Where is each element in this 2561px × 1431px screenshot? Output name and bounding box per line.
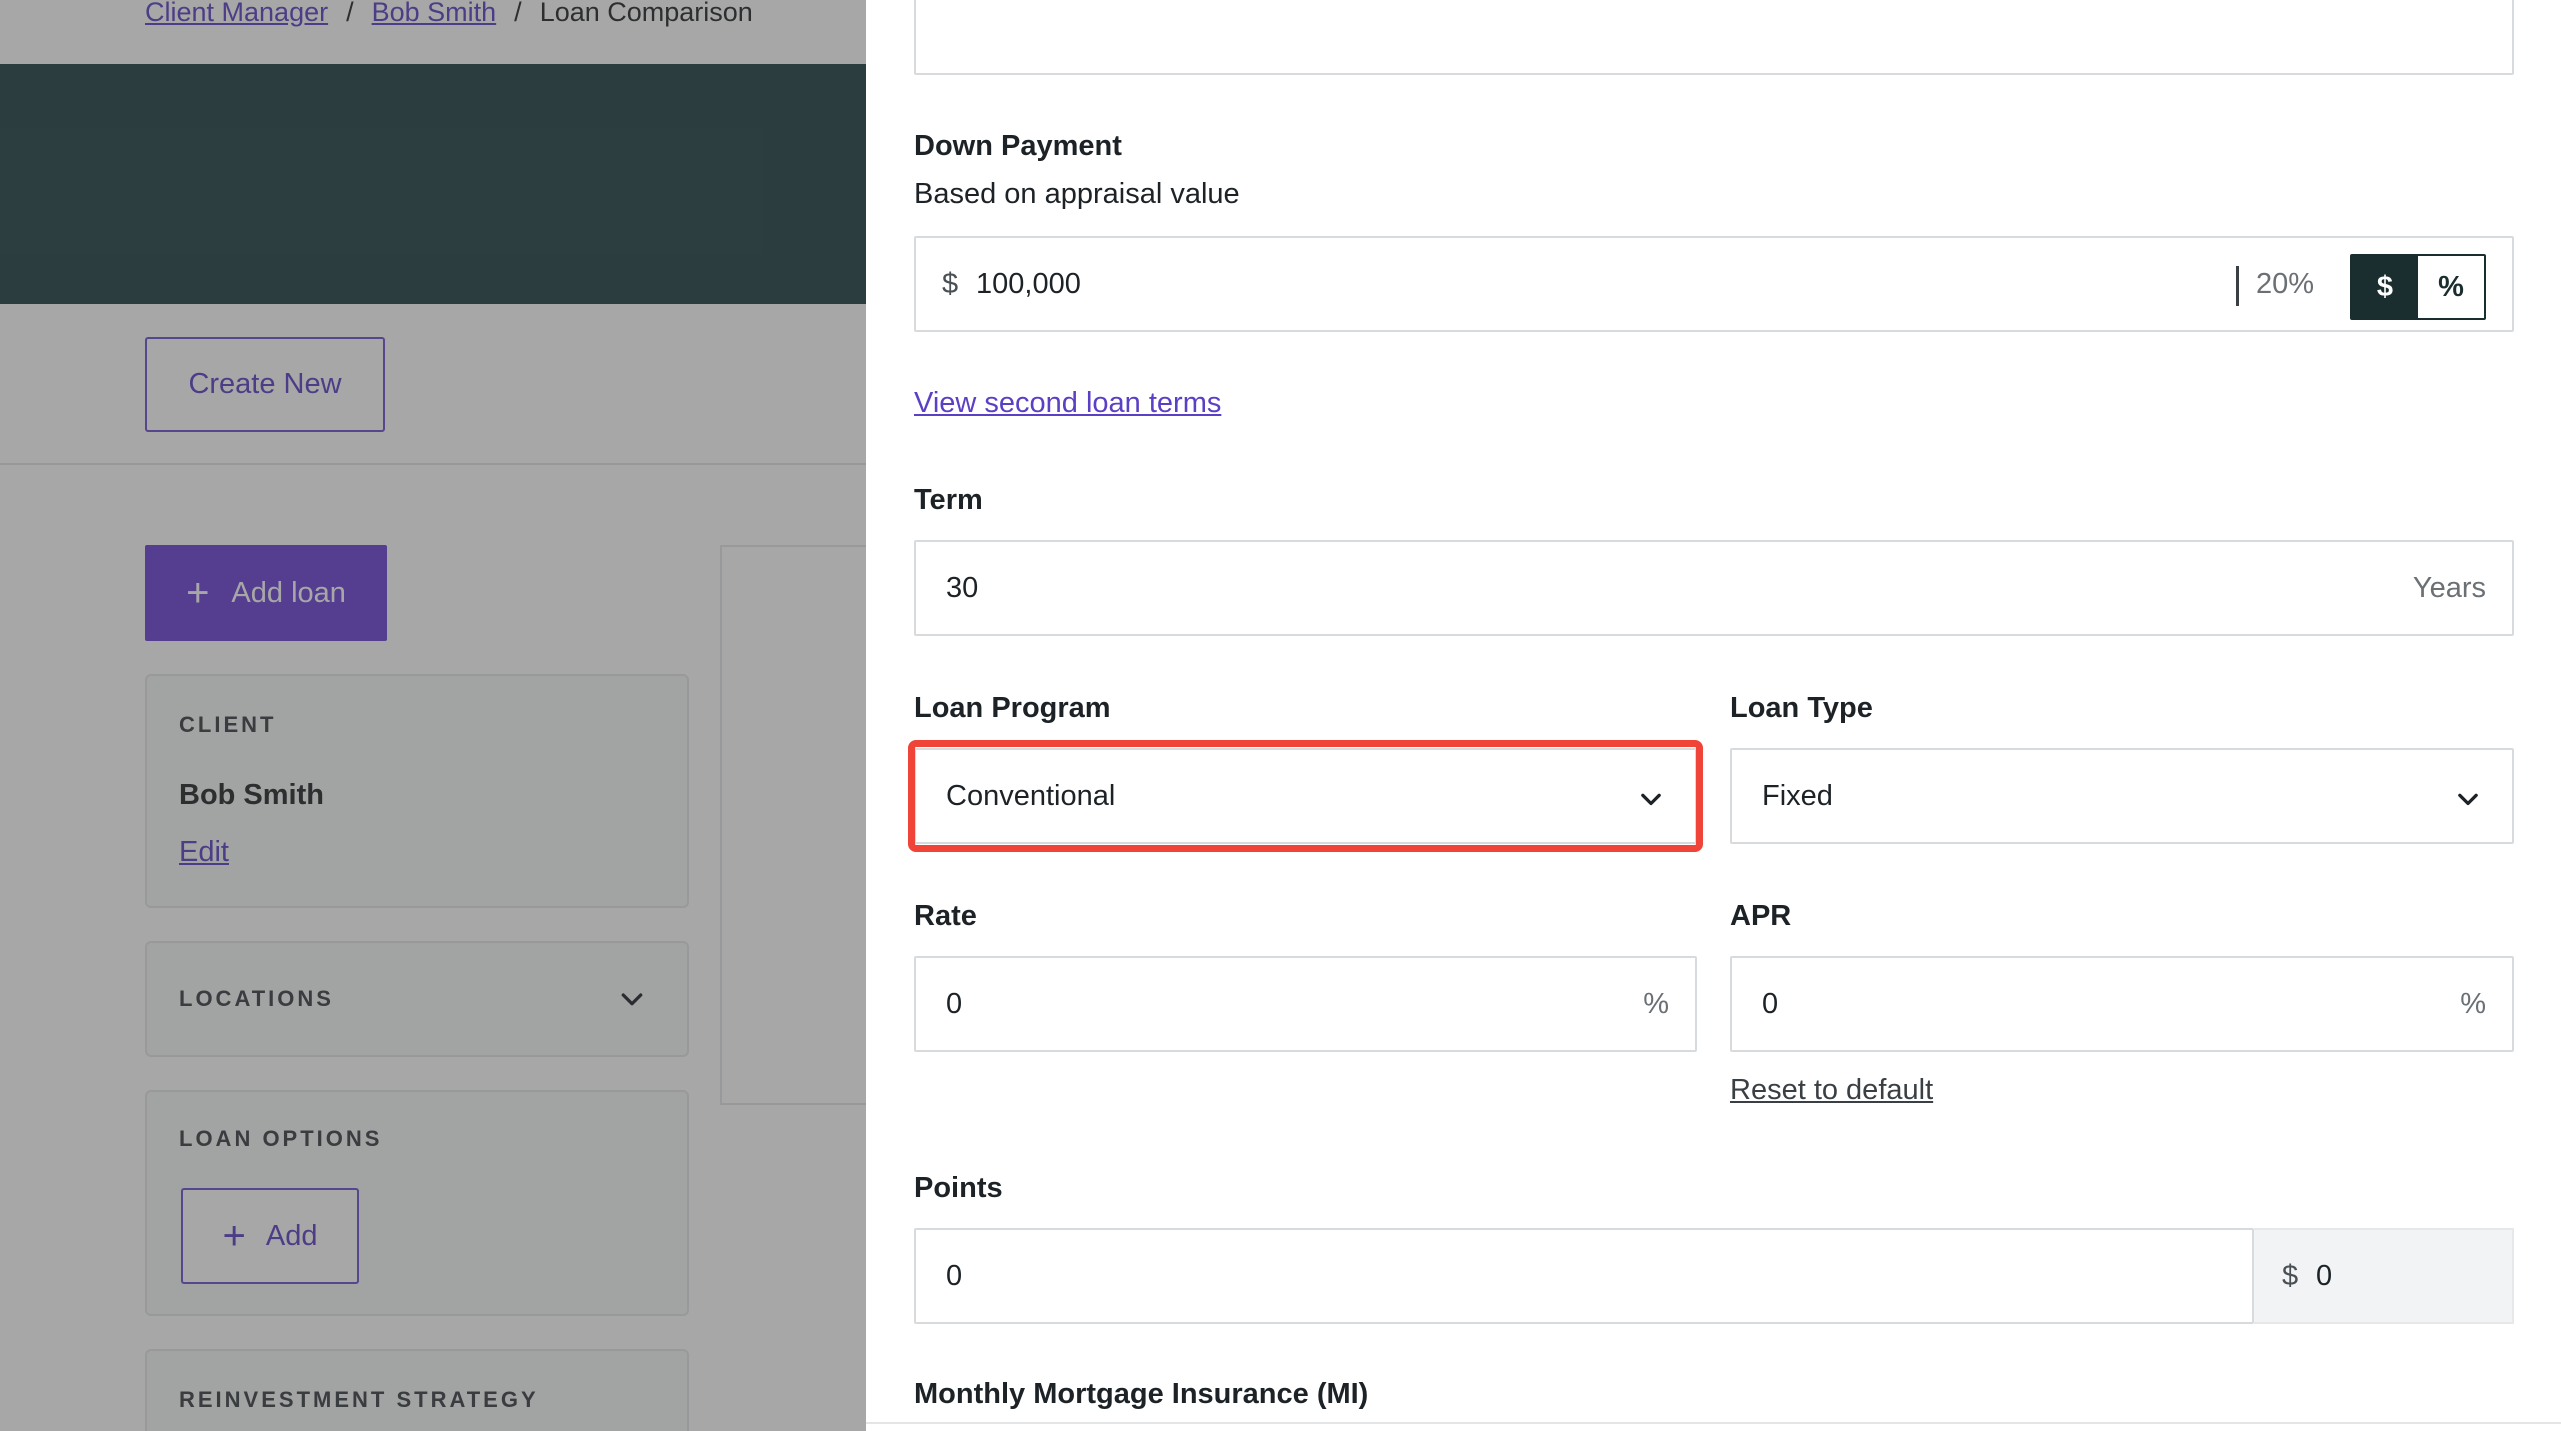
points-currency-symbol: $ [2282,1260,2299,1292]
apr-input[interactable]: 0 % [1730,956,2514,1052]
points-amount-display: $ 0 [2254,1228,2514,1324]
down-payment-percent: 20% [2256,268,2315,300]
term-value: 30 [946,572,979,604]
loan-program-label: Loan Program [914,692,1111,724]
loan-details-drawer: Down Payment Based on appraisal value $ … [866,0,2561,1431]
monthly-mortgage-insurance-label: Monthly Mortgage Insurance (MI) [914,1378,1369,1410]
field-divider [2236,266,2239,306]
toggle-dollar-button[interactable]: $ [2352,256,2418,318]
toggle-percent-button[interactable]: % [2418,256,2484,318]
term-suffix: Years [2412,572,2486,604]
loan-type-select[interactable]: Fixed [1730,748,2514,844]
points-value: 0 [946,1260,963,1292]
chevron-down-icon [2458,793,2478,806]
highlight-box [908,740,1703,852]
apr-label: APR [1730,900,1792,932]
points-amount: 0 [2316,1260,2333,1292]
down-payment-value: 100,000 [976,268,1081,300]
apr-suffix: % [2460,988,2486,1020]
loan-type-value: Fixed [1762,780,1833,812]
previous-field-input[interactable] [914,0,2514,75]
down-payment-sublabel: Based on appraisal value [914,178,1240,210]
down-payment-unit-toggle: $ % [2350,254,2486,320]
down-payment-input[interactable]: $ 100,000 20% $ % [914,236,2514,332]
reset-to-default-link[interactable]: Reset to default [1730,1074,1933,1107]
rate-suffix: % [1643,988,1669,1020]
rate-value: 0 [946,988,963,1020]
currency-symbol: $ [942,268,959,300]
term-label: Term [914,484,983,516]
points-input[interactable]: 0 [914,1228,2254,1324]
view-second-loan-terms-link[interactable]: View second loan terms [914,387,1221,420]
points-label: Points [914,1172,1003,1204]
divider [866,1422,2561,1424]
term-input[interactable]: 30 Years [914,540,2514,636]
loan-type-label: Loan Type [1730,692,1873,724]
rate-label: Rate [914,900,977,932]
down-payment-label: Down Payment [914,130,1122,162]
apr-value: 0 [1762,988,1779,1020]
rate-input[interactable]: 0 % [914,956,1697,1052]
modal-backdrop[interactable] [0,0,866,1431]
